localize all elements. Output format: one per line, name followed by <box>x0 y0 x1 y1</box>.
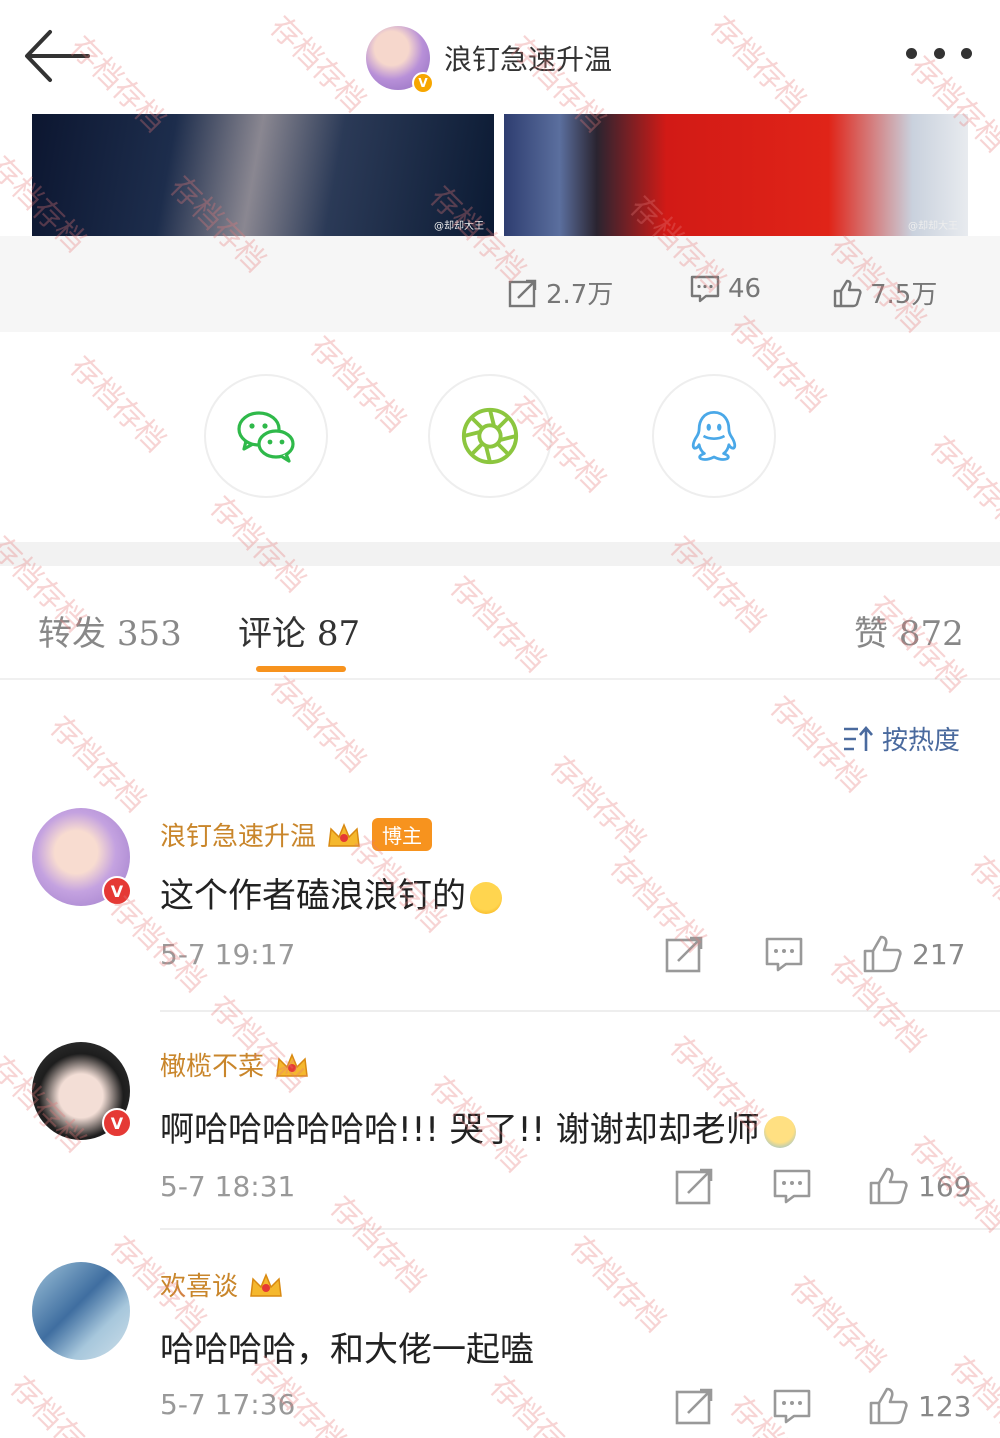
repost-icon <box>508 279 537 307</box>
tab-comments-count: 87 <box>316 614 361 654</box>
crown-icon <box>250 1272 282 1297</box>
comment-time: 5-7 17:36 <box>160 1388 296 1421</box>
thumbs-up-icon <box>833 279 862 307</box>
commenter-name[interactable]: 浪钉急速升温 博主 <box>160 816 433 853</box>
emoji-icon <box>470 882 502 914</box>
commenter-avatar[interactable]: V <box>32 1042 132 1140</box>
sort-label: 按热度 <box>882 726 961 756</box>
tab-comments-label: 评论 <box>238 614 306 654</box>
commenter-name-text: 欢喜谈 <box>160 1272 239 1302</box>
comment-actions: 169 <box>674 1166 971 1206</box>
comment-icon <box>690 275 720 303</box>
repost-stat[interactable]: 2.7万 <box>508 274 613 311</box>
like-stat[interactable]: 7.5万 <box>832 274 937 311</box>
active-tab-indicator <box>256 666 346 672</box>
author-avatar[interactable]: V <box>366 26 434 94</box>
comment-like-count: 123 <box>918 1389 972 1423</box>
reply-icon[interactable] <box>772 1386 812 1426</box>
interaction-tabs: 转发 353 评论 87 赞 872 <box>0 566 1000 680</box>
comment-like-count: 169 <box>918 1169 972 1203</box>
watermark-text: 存档存档 <box>562 1229 673 1340</box>
watermark-text: 存档存档 <box>42 709 153 820</box>
reply-icon[interactable] <box>772 1166 812 1206</box>
sort-by-hot-button[interactable]: 按热度 <box>842 720 960 757</box>
watermark-text: 存档存档 <box>962 849 1000 960</box>
commenter-name[interactable]: 欢喜谈 <box>160 1266 284 1303</box>
share-qq-button[interactable] <box>652 374 776 498</box>
commenter-avatar[interactable] <box>32 1262 130 1360</box>
crown-icon <box>328 822 360 847</box>
comment-time: 5-7 19:17 <box>160 938 296 971</box>
reply-icon[interactable] <box>764 934 804 974</box>
share-wechat-button[interactable] <box>204 374 328 498</box>
tab-likes[interactable]: 赞 872 <box>854 606 964 655</box>
watermark-text: 存档存档 <box>782 1269 893 1380</box>
comment-time: 5-7 18:31 <box>160 1170 296 1203</box>
comment-text: 哈哈哈哈，和大佬一起嗑 <box>160 1330 534 1370</box>
repost-icon[interactable] <box>674 1166 714 1206</box>
verified-badge: V <box>102 876 132 906</box>
crown-icon <box>276 1052 308 1077</box>
watermark-text: 存档存档 <box>2 1369 113 1438</box>
tab-likes-label: 赞 <box>854 614 888 654</box>
watermark-text: 存档存档 <box>262 669 373 780</box>
comment-text-content: 这个作者磕浪浪钉的 <box>160 876 466 916</box>
post-stats: 2.7万 46 7.5万 <box>0 236 1000 332</box>
tab-comments[interactable]: 评论 87 <box>238 606 360 655</box>
tab-repost[interactable]: 转发 353 <box>38 606 182 655</box>
author-name[interactable]: 浪钉急速升温 <box>444 38 612 78</box>
comment-actions: 123 <box>674 1386 971 1426</box>
more-options-icon[interactable] <box>906 48 972 64</box>
post-images: @却却大王 @却却大王 <box>32 114 968 236</box>
commenter-name[interactable]: 橄榄不菜 <box>160 1046 310 1083</box>
comment-like-count: 217 <box>912 937 966 971</box>
comment-text-content: 啊哈哈哈哈哈哈!!! 哭了!! 谢谢却却老师 <box>160 1110 760 1150</box>
thumbs-up-icon[interactable] <box>868 1166 908 1206</box>
comment-count: 46 <box>728 274 762 304</box>
verified-badge: V <box>412 72 434 94</box>
top-bar: V 浪钉急速升温 <box>0 0 1000 112</box>
share-panel <box>0 332 1000 542</box>
image-watermark: @却却大王 <box>434 221 484 232</box>
comment-divider <box>160 1228 1000 1230</box>
like-count: 7.5万 <box>870 280 938 310</box>
comment-text: 啊哈哈哈哈哈哈!!! 哭了!! 谢谢却却老师 <box>160 1102 796 1151</box>
tab-repost-count: 353 <box>116 614 182 654</box>
repost-count: 2.7万 <box>546 280 614 310</box>
repost-icon[interactable] <box>664 934 704 974</box>
sort-icon <box>844 725 873 751</box>
author-badge: 博主 <box>372 818 433 851</box>
section-divider <box>0 542 1000 566</box>
thumbs-up-icon[interactable] <box>868 1386 908 1426</box>
watermark-text: 存档存档 <box>542 749 653 860</box>
tab-likes-count: 872 <box>898 614 964 654</box>
wechat-icon <box>237 411 295 463</box>
commenter-avatar[interactable]: V <box>32 808 132 906</box>
tab-repost-label: 转发 <box>38 614 106 654</box>
moments-icon <box>461 407 519 465</box>
post-image[interactable]: @却却大王 <box>504 114 968 236</box>
comment-divider <box>160 1010 1000 1012</box>
comment-actions: 217 <box>664 934 965 974</box>
qq-icon <box>691 410 737 461</box>
watermark-text: 存档存档 <box>322 1189 433 1300</box>
verified-badge: V <box>102 1108 132 1138</box>
repost-icon[interactable] <box>674 1386 714 1426</box>
crying-emoji-icon <box>763 1115 796 1148</box>
comment-text: 这个作者磕浪浪钉的 <box>160 868 502 917</box>
comment-stat[interactable]: 46 <box>690 274 761 304</box>
commenter-name-text: 橄榄不菜 <box>160 1052 265 1082</box>
share-moments-button[interactable] <box>428 374 552 498</box>
image-watermark: @却却大王 <box>908 221 958 232</box>
back-arrow-icon[interactable] <box>24 28 90 84</box>
watermark-text: 存档存档 <box>482 1369 593 1438</box>
commenter-name-text: 浪钉急速升温 <box>160 822 317 852</box>
post-image[interactable]: @却却大王 <box>32 114 494 236</box>
thumbs-up-icon[interactable] <box>862 934 902 974</box>
